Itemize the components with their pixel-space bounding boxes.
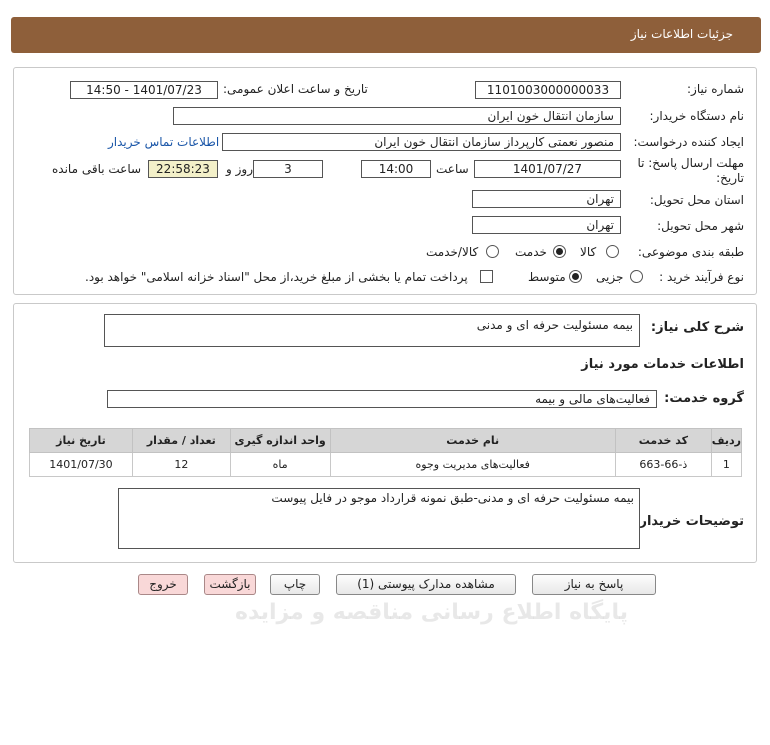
buyer-org-label: نام دستگاه خریدار: xyxy=(649,109,745,123)
col-service-code: کد خدمت xyxy=(614,428,712,453)
page-title: جزئیات اطلاعات نیاز xyxy=(630,27,733,41)
days-remaining-field: 3 xyxy=(253,160,323,178)
cell-unit: ماه xyxy=(229,452,331,477)
buyer-notes-label: توضیحات خریدار: xyxy=(634,514,744,529)
services-heading: اطلاعات خدمات مورد نیاز xyxy=(581,357,744,372)
col-unit: واحد اندازه گیری xyxy=(229,428,331,453)
cell-quantity: 12 xyxy=(131,452,231,477)
category-label: طبقه بندی موضوعی: xyxy=(637,245,744,259)
process-option-medium: متوسط xyxy=(528,270,566,284)
province-field: تهران xyxy=(472,190,621,208)
category-option-goods: کالا xyxy=(580,245,597,259)
province-label: استان محل تحویل: xyxy=(649,193,744,207)
col-row-number: ردیف xyxy=(710,428,743,453)
summary-field: بیمه مسئولیت حرفه ای و مدنی xyxy=(104,314,640,347)
table-header-row: ردیف کد خدمت نام خدمت واحد اندازه گیری ت… xyxy=(29,428,743,453)
process-radio-minor[interactable] xyxy=(630,270,643,283)
cell-service-name: فعالیت‌های مدیریت وجوه xyxy=(329,452,616,477)
deadline-time-field: 14:00 xyxy=(361,160,431,178)
cell-row-number: 1 xyxy=(710,452,743,477)
category-radio-goods[interactable] xyxy=(606,245,619,258)
deadline-label: مهلت ارسال پاسخ: تا تاریخ: xyxy=(637,156,744,185)
deadline-time-label: ساعت xyxy=(436,162,469,176)
category-option-goods-service: کالا/خدمت xyxy=(426,245,479,259)
table-row: 1 ذ-66-663 فعالیت‌های مدیریت وجوه ماه 12… xyxy=(29,452,743,477)
category-option-service: خدمت xyxy=(515,245,547,259)
buyer-org-field: سازمان انتقال خون ایران xyxy=(173,107,621,125)
treasury-payment-checkbox[interactable] xyxy=(480,270,493,283)
exit-button[interactable]: خروج xyxy=(138,574,188,595)
process-option-minor: جزیی xyxy=(596,270,624,284)
cell-need-date: 1401/07/30 xyxy=(29,452,133,477)
service-group-field: فعالیت‌های مالی و بیمه xyxy=(107,390,657,408)
col-need-date: تاریخ نیاز xyxy=(29,428,133,453)
back-button[interactable]: بازگشت xyxy=(204,574,256,595)
process-radio-medium[interactable] xyxy=(569,270,582,283)
view-attachments-button[interactable]: مشاهده مدارک پیوستی (1) xyxy=(336,574,516,595)
category-radio-goods-service[interactable] xyxy=(486,245,499,258)
page-header: جزئیات اطلاعات نیاز xyxy=(11,17,761,53)
summary-label: شرح کلی نیاز: xyxy=(650,320,744,335)
remaining-time-label: ساعت باقی مانده xyxy=(52,162,142,176)
announce-date-field: 1401/07/23 - 14:50 xyxy=(70,81,218,99)
city-label: شهر محل تحویل: xyxy=(657,219,744,233)
city-field: تهران xyxy=(472,216,621,234)
category-radio-service[interactable] xyxy=(553,245,566,258)
need-number-label: شماره نیاز: xyxy=(687,82,744,96)
treasury-payment-note: پرداخت تمام یا بخشی از مبلغ خرید،از محل … xyxy=(85,270,468,284)
remaining-time-field: 22:58:23 xyxy=(148,160,218,178)
requester-field: منصور نعمتی کارپرداز سازمان انتقال خون ا… xyxy=(222,133,621,151)
announce-date-label: تاریخ و ساعت اعلان عمومی: xyxy=(223,82,368,96)
col-service-name: نام خدمت xyxy=(329,428,616,453)
process-label: نوع فرآیند خرید : xyxy=(659,270,744,284)
print-button[interactable]: چاپ xyxy=(270,574,320,595)
deadline-date-field: 1401/07/27 xyxy=(474,160,621,178)
reply-button[interactable]: پاسخ به نیاز xyxy=(532,574,656,595)
service-group-label: گروه خدمت: xyxy=(664,391,744,406)
services-table: ردیف کد خدمت نام خدمت واحد اندازه گیری ت… xyxy=(29,428,743,477)
col-quantity: تعداد / مقدار xyxy=(131,428,231,453)
days-label: روز و xyxy=(226,162,253,176)
requester-label: ایجاد کننده درخواست: xyxy=(633,135,744,149)
watermark-line2: پایگاه اطلاع رسانی مناقصه و مزایده xyxy=(235,600,628,625)
buyer-notes-field: بیمه مسئولیت حرفه ای و مدنی-طبق نمونه قر… xyxy=(118,488,640,549)
cell-service-code: ذ-66-663 xyxy=(614,452,712,477)
need-number-field: 1101003000000033 xyxy=(475,81,621,99)
buyer-contact-link[interactable]: اطلاعات تماس خریدار xyxy=(108,135,219,149)
